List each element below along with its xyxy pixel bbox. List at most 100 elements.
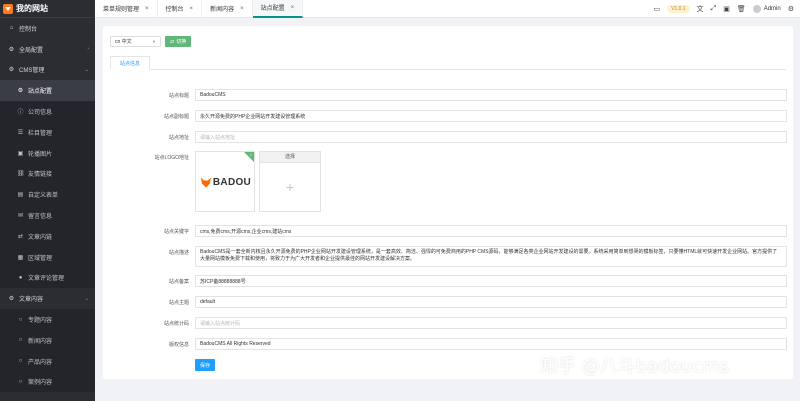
sidebar-item[interactable]: ○ 案例内容: [0, 371, 95, 393]
language-switcher: cn 中文 ▼ ⇄ 切换: [110, 36, 192, 47]
sidebar-item[interactable]: ☰ 栏目管理: [0, 121, 95, 143]
sidebar-item-label: 轮播图片: [28, 151, 53, 158]
sidebar-item[interactable]: ○ 专题内容: [0, 309, 95, 330]
gear-icon: ⚙: [8, 46, 15, 53]
sidebar-menu: ⌂ 控制台 ⚙ 全局配置 › ⚙ CMS管理 ⌄ ⚙ 站点配置 ⓘ 公司信息 ☰ 栏目管理 ▣ 轮播图片 ⛓ 友情…: [0, 18, 95, 393]
sidebar-item[interactable]: ⌂ 控制台: [0, 18, 95, 39]
tab-label: 站点配置: [260, 6, 285, 12]
topbar: 菜单规则管理 × 控制台 × 新闻内容 × 站点配置 × ▭ V1.0.1 文 ⤢ ▣ 🗑 A…: [95, 0, 800, 18]
sidebar-item[interactable]: ⓘ 公司信息: [0, 101, 95, 122]
sidebar-item[interactable]: ⚙ CMS管理 ⌄: [0, 60, 95, 81]
logo-text: BADOU: [212, 177, 252, 188]
logo-picker-title: 选择: [260, 152, 320, 163]
sidebar-item[interactable]: ▣ 轮播图片: [0, 142, 95, 164]
language-select[interactable]: cn 中文 ▼: [110, 36, 161, 47]
sidebar-item[interactable]: ⚙ 文章内容 ⌄: [0, 288, 95, 309]
field-label: 站点主题: [168, 300, 189, 306]
tab[interactable]: 新闻内容 ×: [202, 0, 253, 18]
badou-logo: BADOU: [196, 177, 254, 188]
circle-icon: ○: [18, 337, 23, 344]
sidebar-item-label: 文章内链: [28, 234, 53, 241]
tab[interactable]: 控制台 ×: [158, 0, 203, 18]
sidebar-item[interactable]: ⚙ 站点配置: [0, 80, 95, 102]
sidebar-item[interactable]: ▦ 区域管理: [0, 246, 95, 268]
tab-label: 新闻内容: [210, 7, 235, 13]
form-icon: ▤: [17, 192, 24, 199]
field-input[interactable]: default: [195, 296, 787, 308]
field-input[interactable]: 请输入站点地址: [195, 131, 787, 143]
user-menu[interactable]: Admin: [752, 4, 781, 13]
field-input[interactable]: cms,免费cms,开源cms,企业cms,建站cms: [195, 225, 787, 237]
sidebar: 我的网站 ⌂ 控制台 ⚙ 全局配置 › ⚙ CMS管理 ⌄ ⚙ 站点配置 ⓘ 公司信息 ☰ 栏目管理 ▣ 轮播…: [0, 0, 95, 401]
close-icon[interactable]: ×: [190, 6, 194, 12]
app-logo[interactable]: 我的网站: [0, 0, 95, 18]
field-input[interactable]: 永久开源免费的PHP企业网站开发建设管理系统: [195, 110, 787, 122]
expand-icon[interactable]: ⤢: [711, 5, 717, 13]
sidebar-item[interactable]: ⛓ 友情链接: [0, 163, 95, 185]
sidebar-item-label: 新闻内容: [28, 338, 53, 345]
sidebar-item-label: 留言信息: [28, 214, 53, 221]
shuffle-icon: ⇄: [17, 233, 24, 240]
chevron-icon: ›: [87, 46, 89, 53]
image-icon: ▣: [17, 150, 24, 157]
sidebar-item-label: 产品内容: [28, 359, 53, 366]
chevron-icon: ⌄: [84, 295, 89, 302]
save-button[interactable]: 保存: [195, 359, 216, 371]
logo-icon: [3, 3, 13, 14]
gear-icon: ⚙: [8, 67, 15, 74]
close-icon[interactable]: ×: [145, 6, 149, 12]
check-icon: ✓: [249, 152, 253, 157]
tab-label: 控制台: [165, 7, 184, 13]
link-icon: ⛓: [17, 171, 25, 178]
field-input[interactable]: 苏ICP备88888888号: [195, 275, 787, 287]
fox-icon: [200, 177, 211, 188]
tab-site-info[interactable]: 站点信息: [110, 56, 151, 70]
settings-icon[interactable]: ⚙: [788, 5, 794, 13]
field-input[interactable]: BadouCMS: [195, 89, 787, 101]
field-input[interactable]: 请输入站点统计码: [195, 317, 787, 329]
sidebar-item[interactable]: ○ 新闻内容: [0, 329, 95, 351]
tab-bar: 菜单规则管理 × 控制台 × 新闻内容 × 站点配置 ×: [95, 0, 304, 18]
field-label: 版权信息: [168, 342, 189, 348]
sidebar-item-label: 控制台: [19, 26, 38, 33]
close-icon[interactable]: ×: [291, 5, 295, 11]
switch-button-label: 切换: [176, 39, 187, 45]
chevron-down-icon: ▼: [152, 39, 156, 44]
tab-label: 菜单规则管理: [103, 7, 140, 13]
sidebar-item-label: 公司信息: [28, 110, 53, 117]
fullscreen-icon[interactable]: ▣: [723, 5, 730, 13]
toolbar: ▭ V1.0.1 文 ⤢ ▣ 🗑 Admin ⚙: [653, 4, 800, 14]
sidebar-item[interactable]: ▤ 自定义表单: [0, 184, 95, 206]
circle-icon: ○: [18, 378, 23, 385]
field-label: 站点统计码: [163, 321, 189, 327]
tab[interactable]: 菜单规则管理 ×: [95, 0, 158, 18]
field-label: 站点地址: [168, 135, 189, 141]
sidebar-item-label: 文章内容: [19, 297, 44, 304]
sidebar-item-label: 全局配置: [19, 47, 44, 54]
switch-icon: ⇄: [170, 38, 175, 45]
watermark: 知乎 @八斗badoucms: [540, 356, 729, 377]
circle-icon: ○: [18, 358, 23, 365]
region-icon: ▦: [17, 254, 24, 261]
field-label: 站点标题: [168, 93, 189, 99]
sidebar-item-label: 友情链接: [28, 172, 53, 179]
sidebar-item[interactable]: ✉ 留言信息: [0, 205, 95, 226]
close-icon[interactable]: ×: [240, 6, 244, 12]
sidebar-item-label: 文章评论管理: [28, 276, 65, 283]
settings-card: cn 中文 ▼ ⇄ 切换 站点信息 站点标题 BadouCMS 站点副标题 永久开源免…: [103, 26, 793, 379]
field-input[interactable]: BadouCMS是一套全新内核且永久开源免费的PHP企业网站开发建设管理系统，是…: [195, 246, 787, 267]
logo-preview[interactable]: ✓ BADOU: [195, 151, 255, 212]
tab[interactable]: 站点配置 ×: [252, 0, 304, 18]
switch-button[interactable]: ⇄ 切换: [165, 36, 192, 47]
monitor-icon[interactable]: ▭: [653, 5, 660, 13]
sidebar-item[interactable]: ⚙ 全局配置 ›: [0, 39, 95, 60]
sidebar-item[interactable]: ● 文章评论管理: [0, 267, 95, 289]
logo-label: 站点LOGO地址: [154, 155, 189, 161]
sidebar-item-label: CMS管理: [19, 68, 45, 75]
logo-picker[interactable]: 选择 +: [259, 151, 321, 212]
sidebar-item[interactable]: ○ 产品内容: [0, 350, 95, 372]
sidebar-item[interactable]: ⇄ 文章内链: [0, 225, 95, 247]
translate-icon[interactable]: 文: [697, 4, 704, 14]
field-input[interactable]: BadouCMS All Rights Reserved: [195, 338, 787, 350]
trash-icon[interactable]: 🗑: [737, 5, 746, 13]
